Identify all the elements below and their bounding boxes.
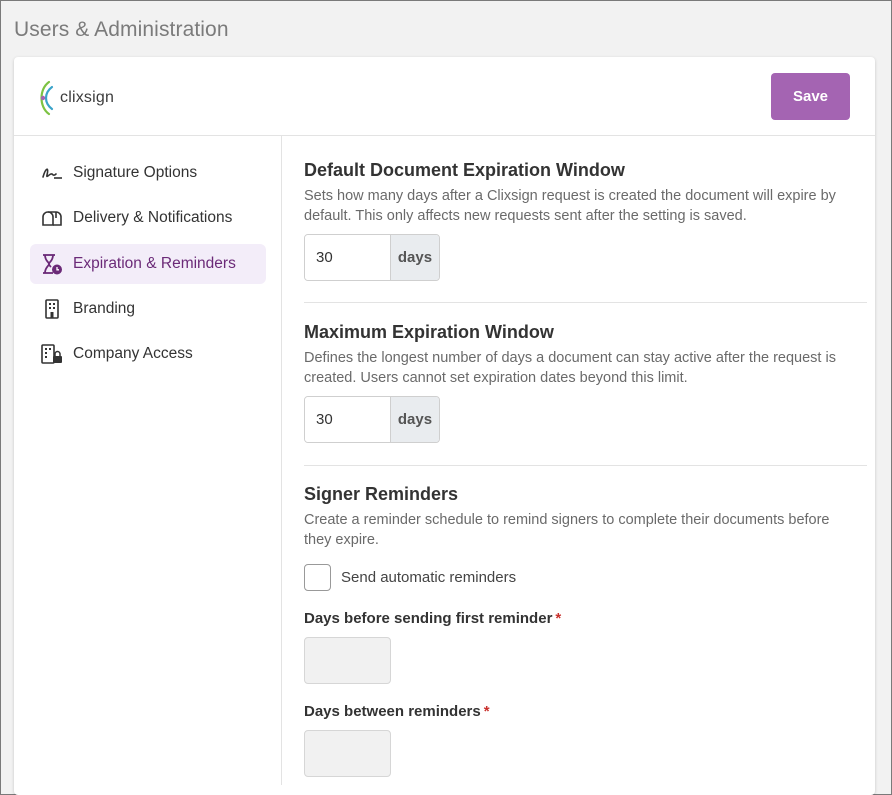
auto-reminders-row: Send automatic reminders	[304, 564, 516, 591]
signature-icon	[40, 161, 64, 185]
max-expiration-days-input[interactable]	[305, 397, 390, 442]
sidebar-item-label: Signature Options	[73, 164, 198, 181]
sidebar-item-label: Company Access	[73, 345, 193, 362]
save-button[interactable]: Save	[771, 73, 850, 120]
between-reminders-label-text: Days between reminders	[304, 703, 481, 720]
section-divider	[304, 465, 867, 466]
auto-reminders-checkbox[interactable]	[304, 564, 331, 591]
sidebar-item-label: Expiration & Reminders	[73, 255, 236, 272]
signer-reminders-title: Signer Reminders	[304, 484, 459, 504]
sidebar-item-label: Delivery & Notifications	[73, 209, 233, 226]
building-icon	[40, 297, 64, 321]
required-marker: *	[555, 610, 562, 627]
default-expiration-section: Default Document Expiration Window Sets …	[304, 160, 867, 226]
building-lock-icon	[40, 342, 64, 366]
first-reminder-days-input[interactable]	[304, 637, 391, 684]
days-addon: days	[390, 235, 439, 280]
logo-text: clixsign	[60, 89, 115, 106]
signer-reminders-description: Create a reminder schedule to remind sig…	[304, 512, 830, 548]
sidebar-item-expiration-reminders[interactable]: Expiration & Reminders	[30, 244, 266, 284]
sidebar-item-label: Branding	[73, 300, 136, 317]
mailbox-icon	[40, 206, 64, 230]
max-expiration-input-group: days	[304, 396, 440, 443]
settings-sidebar: Signature Options Delivery & Notificatio…	[14, 136, 282, 785]
auto-reminders-label: Send automatic reminders	[341, 569, 517, 586]
sidebar-item-signature-options[interactable]: Signature Options	[30, 153, 266, 193]
clixsign-logo: clixsign	[35, 79, 114, 117]
default-expiration-input-group: days	[304, 234, 440, 281]
signer-reminders-section: Signer Reminders Create a reminder sched…	[304, 484, 867, 550]
page-title: Users & Administration	[14, 18, 229, 41]
sidebar-item-delivery-notifications[interactable]: Delivery & Notifications	[30, 198, 266, 238]
sidebar-item-company-access[interactable]: Company Access	[30, 334, 266, 374]
clixsign-logo-icon	[40, 80, 54, 116]
default-expiration-title: Default Document Expiration Window	[304, 160, 625, 180]
card-header: clixsign Save	[14, 57, 875, 136]
between-reminders-label: Days between reminders *	[304, 703, 490, 720]
first-reminder-label-text: Days before sending first reminder	[304, 610, 553, 627]
default-expiration-description: Sets how many days after a Clixsign requ…	[304, 188, 836, 224]
section-divider	[304, 302, 867, 303]
required-marker: *	[483, 703, 490, 720]
default-expiration-days-input[interactable]	[305, 235, 390, 280]
settings-card: clixsign Save Signature Options Delivery…	[14, 57, 875, 795]
hourglass-clock-icon	[40, 252, 64, 276]
max-expiration-description: Defines the longest number of days a doc…	[304, 350, 836, 386]
max-expiration-section: Maximum Expiration Window Defines the lo…	[304, 322, 867, 388]
first-reminder-label: Days before sending first reminder *	[304, 610, 561, 627]
between-reminders-days-input[interactable]	[304, 730, 391, 777]
sidebar-item-branding[interactable]: Branding	[30, 289, 266, 329]
max-expiration-title: Maximum Expiration Window	[304, 322, 554, 342]
days-addon: days	[390, 397, 439, 442]
